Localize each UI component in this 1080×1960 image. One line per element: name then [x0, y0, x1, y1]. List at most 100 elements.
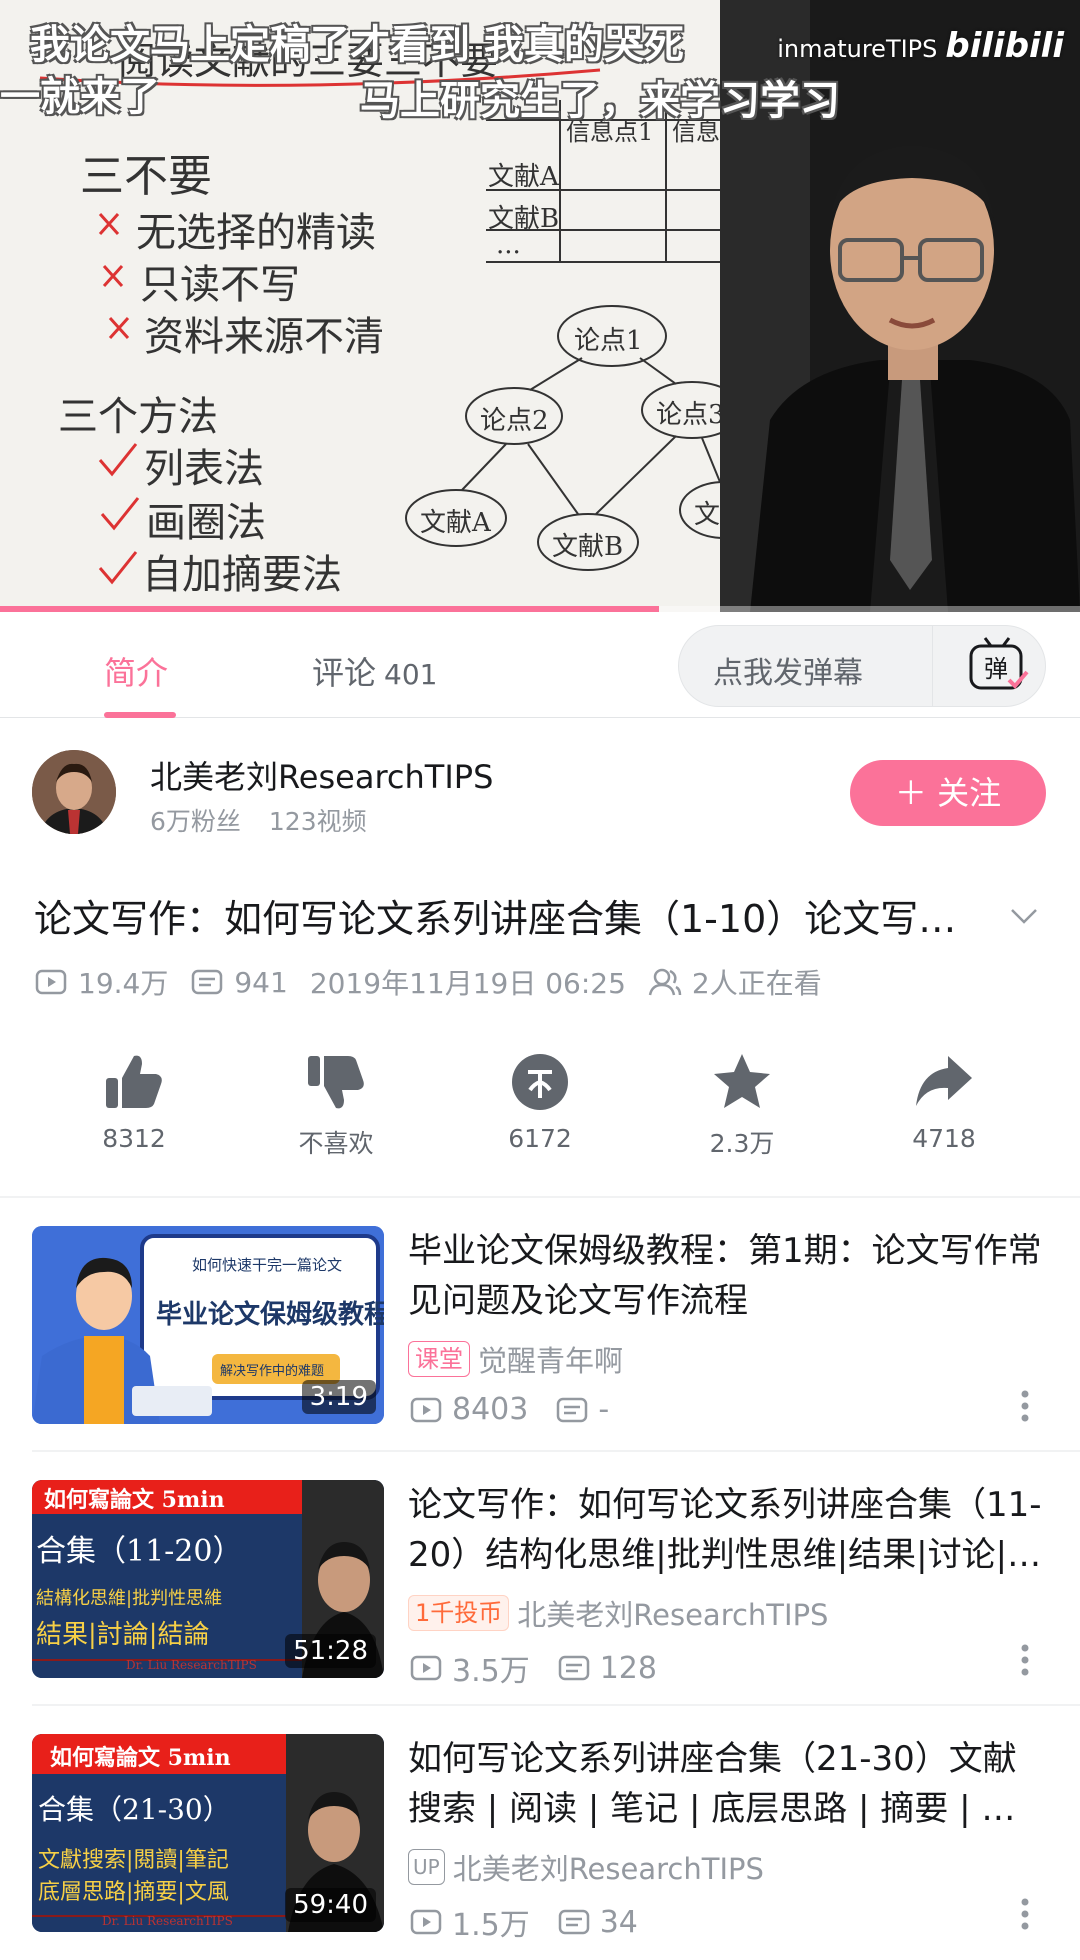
- uploader-meta: 6万粉丝 123视频: [150, 802, 367, 838]
- view-count: 3.5万: [452, 1654, 530, 1689]
- list-divider: [32, 1450, 1080, 1452]
- recommended-title-text: 毕业论文保姆级教程：第1期：论文写作常见问题及论文写作流程: [408, 1231, 1042, 1321]
- recommended-owner: 课堂 觉醒青年啊: [408, 1338, 623, 1380]
- thumbnail-caption: 結構化思維|批判性思維: [36, 1588, 223, 1609]
- section-divider: [0, 1196, 1080, 1198]
- video-duration: 3:19: [301, 1380, 376, 1414]
- watermark: inmatureTIPS bilibili: [777, 26, 1064, 66]
- danmaku-placeholder: 点我发弹幕: [713, 656, 863, 691]
- recommended-stats: 1.5万 34: [408, 1900, 638, 1944]
- tab-comments[interactable]: 评论 401: [312, 648, 437, 694]
- share-arrow-icon: [916, 1056, 972, 1106]
- star-icon: [714, 1054, 770, 1108]
- thumbnail-credit: Dr. Liu ResearchTIPS: [102, 1914, 233, 1928]
- recommended-owner: 1千投币 北美老刘ResearchTIPS: [408, 1592, 828, 1634]
- danmaku-count: -: [598, 1392, 610, 1427]
- recommended-title-text: 论文写作：如何写论文系列讲座合集（11-20）结构化思维|批判性思维|结果|讨论…: [408, 1485, 1042, 1575]
- more-options-icon[interactable]: [1012, 1640, 1038, 1680]
- comments-count: 401: [384, 658, 438, 691]
- owner-name: 觉醒青年啊: [478, 1344, 624, 1378]
- danmaku-count: 34: [599, 1904, 638, 1940]
- thumbs-down-icon: [308, 1056, 364, 1109]
- danmaku-count-icon: [192, 969, 223, 995]
- video-duration: 59:40: [285, 1888, 376, 1922]
- recommended-video[interactable]: 如何快速干完一篇论文 毕业论文保姆级教程 解决写作中的难题 3:19 毕业论文保…: [0, 1226, 1080, 1427]
- danmaku-comment: 一就来了: [0, 74, 160, 120]
- danmaku-comment: 我论文马上定稿了才看到 我真的哭死: [30, 22, 684, 68]
- thumbnail-caption: 結果|討論|結論: [36, 1620, 210, 1650]
- dislike-button[interactable]: 不喜欢: [256, 1050, 416, 1160]
- tab-intro-label: 简介: [104, 654, 169, 692]
- dislike-label: 不喜欢: [298, 1129, 374, 1158]
- play-count-icon: [410, 1397, 442, 1422]
- tab-intro[interactable]: 简介: [104, 648, 168, 694]
- share-button[interactable]: 4718: [864, 1050, 1024, 1153]
- thumbnail-caption: 文獻搜索|閱讀|筆記: [38, 1848, 229, 1873]
- view-count: 8403: [452, 1392, 529, 1427]
- thumbnail-banner: 如何寫論文 5min: [50, 1745, 231, 1771]
- recommended-title-text: 如何写论文系列讲座合集（21-30）文献搜索 | 阅读 | 笔记 | 底层思路 …: [408, 1739, 1017, 1829]
- tab-comments-label: 评论: [312, 654, 377, 692]
- video-thumbnail[interactable]: 如何寫論文 5min 合集（21-30） 文獻搜索|閱讀|筆記 底層思路|摘要|…: [32, 1734, 384, 1932]
- recommended-stats: 8403 -: [408, 1392, 609, 1427]
- video-duration: 51:28: [285, 1634, 376, 1668]
- coin-button[interactable]: 6172: [460, 1050, 620, 1153]
- uploader-name[interactable]: 北美老刘ResearchTIPS: [150, 752, 493, 798]
- danmaku-input[interactable]: 点我发弹幕 弹: [678, 625, 1046, 707]
- recommended-title[interactable]: 论文写作：如何写论文系列讲座合集（11-20）结构化思维|批判性思维|结果|讨论…: [408, 1480, 1048, 1580]
- like-button[interactable]: 8312: [54, 1050, 214, 1153]
- view-count: 1.5万: [452, 1908, 530, 1943]
- watching-icon: [648, 968, 682, 996]
- bilibili-logo: bilibili: [945, 26, 1064, 66]
- favorite-count: 2.3万: [709, 1129, 775, 1158]
- coin-icon: [512, 1054, 568, 1110]
- danmaku-count-icon: [558, 1909, 589, 1935]
- share-count: 4718: [912, 1124, 976, 1153]
- uploader-fans: 6万粉丝: [150, 807, 241, 836]
- uploader-avatar[interactable]: [32, 750, 116, 834]
- owner-name: 北美老刘ResearchTIPS: [517, 1598, 829, 1632]
- video-thumbnail[interactable]: 如何快速干完一篇论文 毕业论文保姆级教程 解决写作中的难题 3:19: [32, 1226, 384, 1424]
- play-count-icon: [35, 969, 67, 995]
- danmaku-count: 128: [599, 1650, 657, 1686]
- thumbnail-headline: 毕业论文保姆级教程: [156, 1300, 384, 1330]
- like-count: 8312: [102, 1124, 166, 1153]
- owner-name: 北美老刘ResearchTIPS: [452, 1852, 764, 1886]
- thumbnail-headline: 合集（11-20）: [36, 1534, 243, 1569]
- tab-active-indicator: [104, 712, 176, 718]
- more-options-icon[interactable]: [1012, 1386, 1038, 1426]
- video-player[interactable]: 阅读文献的三要三不要 三不要 无选择的精读 只读不写 资料来源不清 三个方法 列…: [0, 0, 1080, 612]
- danmaku-count: 941: [234, 965, 288, 999]
- recommended-owner: UP 北美老刘ResearchTIPS: [408, 1846, 764, 1888]
- chevron-down-icon[interactable]: [1006, 898, 1042, 934]
- favorite-button[interactable]: 2.3万: [662, 1050, 822, 1160]
- recommended-title[interactable]: 毕业论文保姆级教程：第1期：论文写作常见问题及论文写作流程: [408, 1226, 1048, 1326]
- thumbnail-caption: 解决写作中的难题: [220, 1364, 325, 1379]
- danmaku-count-icon: [557, 1397, 588, 1422]
- watching-count: 2人正在看: [691, 967, 822, 1000]
- watermark-user: inmatureTIPS: [777, 35, 938, 63]
- video-thumbnail[interactable]: 如何寫論文 5min 合集（11-20） 結構化思維|批判性思維 結果|討論|結…: [32, 1480, 384, 1678]
- uploader-videos: 123视频: [268, 807, 367, 836]
- thumbnail-caption: 底層思路|摘要|文風: [38, 1880, 229, 1905]
- avatar-image: [32, 750, 116, 834]
- publish-date: 2019年11月19日 06:25: [309, 967, 626, 1000]
- thumbnail-headline: 合集（21-30）: [38, 1793, 231, 1826]
- thumbnail-caption: 如何快速干完一篇论文: [192, 1256, 343, 1274]
- danmaku-toggle-icon[interactable]: 弹: [961, 634, 1033, 698]
- thumbnail-credit: Dr. Liu ResearchTIPS: [126, 1658, 257, 1672]
- follow-button[interactable]: ＋ 关注: [850, 760, 1046, 826]
- coin-count: 6172: [508, 1124, 572, 1153]
- up-tag: UP: [408, 1849, 445, 1885]
- list-divider: [32, 1704, 1080, 1706]
- recommended-video[interactable]: 如何寫論文 5min 合集（11-20） 結構化思維|批判性思維 結果|討論|結…: [0, 1480, 1080, 1689]
- recommended-video[interactable]: 如何寫論文 5min 合集（21-30） 文獻搜索|閱讀|筆記 底層思路|摘要|…: [0, 1734, 1080, 1943]
- danmaku-glyph: 弹: [984, 655, 1008, 683]
- play-count-icon: [410, 1909, 442, 1935]
- danmaku-divider: [932, 626, 933, 706]
- more-options-icon[interactable]: [1012, 1894, 1038, 1934]
- coin-tag: 1千投币: [408, 1595, 510, 1631]
- danmaku-count-icon: [558, 1655, 589, 1681]
- recommended-title[interactable]: 如何写论文系列讲座合集（21-30）文献搜索 | 阅读 | 笔记 | 底层思路 …: [408, 1734, 1048, 1834]
- video-title[interactable]: 论文写作：如何写论文系列讲座合集（1-10）论文写作技巧大全: [34, 888, 964, 943]
